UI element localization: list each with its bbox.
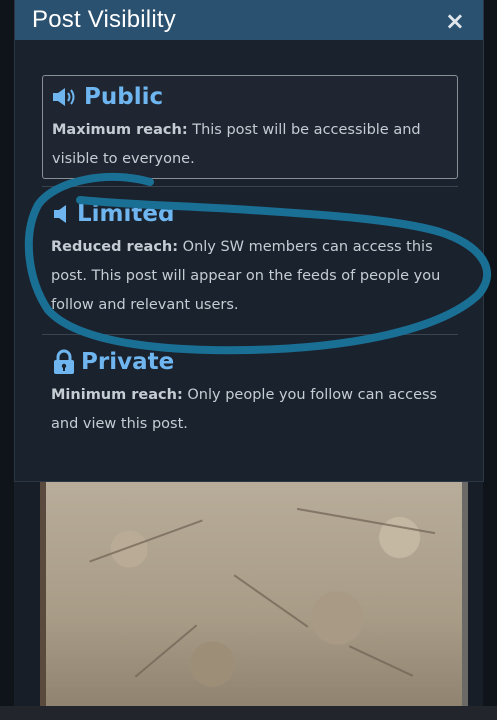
option-private-description: Minimum reach: Only people you follow ca… <box>51 387 438 432</box>
divider <box>42 334 458 335</box>
option-limited-description: Reduced reach: Only SW members can acces… <box>51 239 441 313</box>
option-private-label: Private <box>81 349 175 375</box>
post-visibility-dialog: Post Visibility × Public Maximum reach: … <box>14 0 484 482</box>
speaker-loud-icon <box>52 87 80 107</box>
option-public-description: Maximum reach: This post will be accessi… <box>52 122 421 167</box>
dialog-title: Post Visibility <box>32 6 176 33</box>
close-button[interactable]: × <box>445 9 465 33</box>
option-public[interactable]: Public Maximum reach: This post will be … <box>42 75 458 179</box>
option-public-label: Public <box>84 84 164 110</box>
option-limited-label: Limited <box>77 201 175 227</box>
lock-icon <box>51 349 77 375</box>
option-private[interactable]: Private Minimum reach: Only people you f… <box>42 341 458 449</box>
background-edge-left <box>0 0 14 720</box>
bottom-bar <box>0 706 497 720</box>
option-limited[interactable]: Limited Reduced reach: Only SW members c… <box>42 193 458 325</box>
post-photo <box>40 480 468 710</box>
speaker-quiet-icon <box>51 204 73 224</box>
background-edge-right <box>483 0 497 720</box>
divider <box>42 186 458 187</box>
screen: Post Visibility × Public Maximum reach: … <box>0 0 497 720</box>
dialog-header: Post Visibility × <box>15 0 483 40</box>
